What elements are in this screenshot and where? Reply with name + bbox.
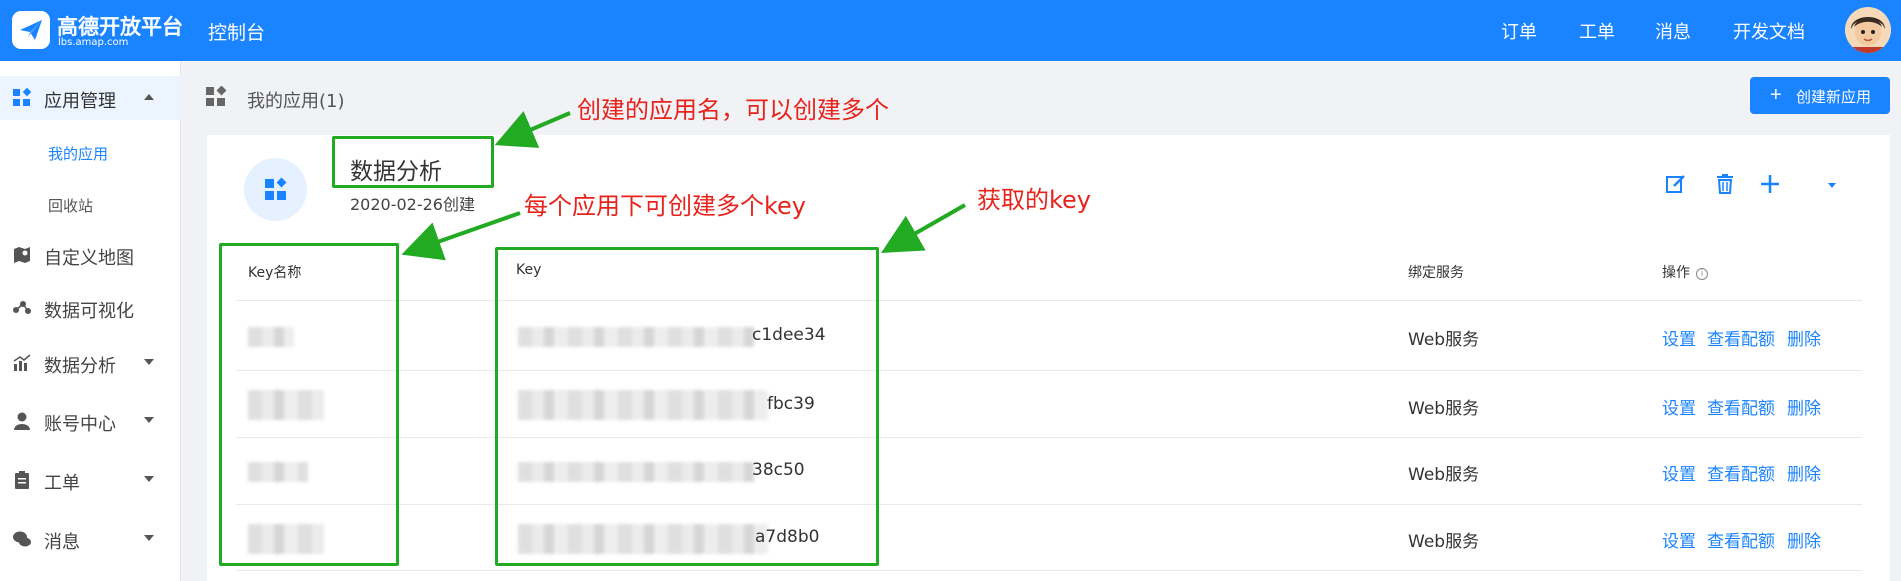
annotation-app-name-note: 创建的应用名，可以创建多个 [577,96,889,124]
annotation-arrows [401,111,966,261]
arrow-to-key-column [881,203,966,253]
arrow-to-app-name [494,111,571,148]
annotation-key-note: 获取的key [977,186,1092,214]
annotation-multi-key-note: 每个应用下可创建多个key [524,192,807,220]
arrow-to-key-name-column [401,211,521,261]
